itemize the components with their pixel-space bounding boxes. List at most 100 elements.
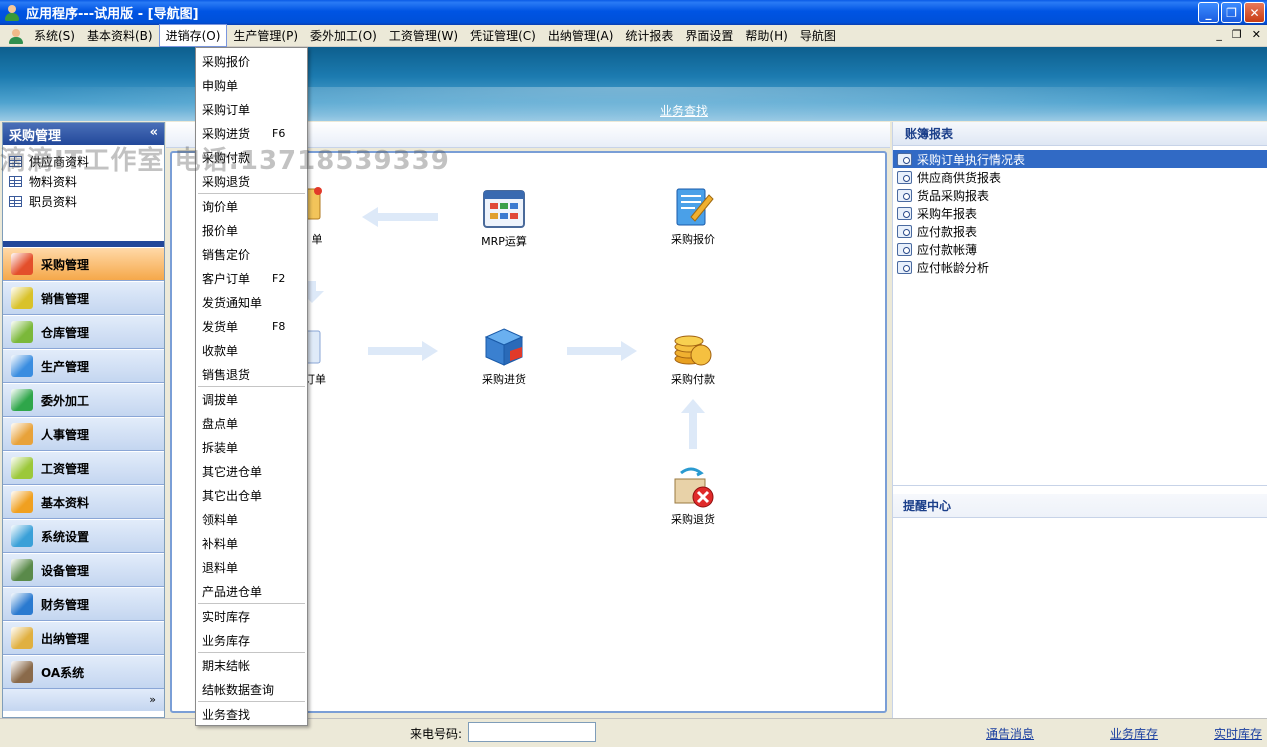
menu-item-label: 领料单 [202,512,239,527]
menu-item-label: 采购报价 [202,54,251,69]
reports-header: 账簿报表 [893,122,1267,146]
nav-module-button[interactable]: 财务管理 [3,587,164,621]
dropdown-menu-item[interactable]: 退料单 [196,555,307,579]
report-list-item[interactable]: 采购订单执行情况表 [893,150,1267,168]
outsourcing-icon [11,389,33,411]
flow-node-quote[interactable]: 采购报价 [653,185,733,247]
dropdown-menu-item[interactable]: 销售定价 [196,242,307,266]
realtime-stock-link[interactable]: 实时库存 [1214,725,1262,742]
restore-button[interactable]: ❐ [1221,2,1242,23]
dropdown-menu-item[interactable]: 盘点单 [196,411,307,435]
menu-salary[interactable]: 工资管理(W) [383,25,464,46]
table-icon [9,175,22,187]
menu-item-label: 其它进仓单 [202,464,263,479]
flow-node-return[interactable]: 采购退货 [653,465,733,527]
menu-system[interactable]: 系统(S) [28,25,81,46]
dropdown-menu-item[interactable]: 采购退货 [196,169,307,193]
menu-production[interactable]: 生产管理(P) [227,25,304,46]
nav-module-button[interactable]: 出纳管理 [3,621,164,655]
nav-module-button[interactable]: 销售管理 [3,281,164,315]
menu-voucher[interactable]: 凭证管理(C) [464,25,542,46]
dropdown-menu-item[interactable]: 拆装单 [196,435,307,459]
menu-item-label: 实时库存 [202,609,251,624]
dropdown-menu-item[interactable]: 采购付款 [196,145,307,169]
menu-navigation[interactable]: 导航图 [794,25,842,46]
flow-node-receiving[interactable]: 采购进货 [464,325,544,387]
business-search-link[interactable]: 业务查找 [660,102,708,119]
dropdown-menu-item[interactable]: 收款单 [196,338,307,362]
minimize-button[interactable]: _ [1198,2,1219,23]
nav-module-button[interactable]: OA系统 [3,655,164,689]
dropdown-menu-item[interactable]: 采购订单 [196,97,307,121]
menu-basic-data[interactable]: 基本资料(B) [81,25,159,46]
dropdown-menu-item[interactable]: 业务库存 [196,628,307,652]
report-list-item[interactable]: 采购年报表 [893,204,1267,222]
dropdown-menu-item[interactable]: 其它进仓单 [196,459,307,483]
menu-reports[interactable]: 统计报表 [619,25,679,46]
mdi-minimize-button[interactable]: _ [1216,28,1222,41]
nav-module-button[interactable]: 设备管理 [3,553,164,587]
dropdown-menu-item[interactable]: 发货单 F8 [196,314,307,338]
report-list-item[interactable]: 应付款报表 [893,222,1267,240]
window-title: 应用程序---试用版 - [导航图] [26,7,199,22]
nav-module-button[interactable]: 仓库管理 [3,315,164,349]
nav-module-button[interactable]: 委外加工 [3,383,164,417]
menu-inventory[interactable]: 进销存(O) [158,24,228,47]
dropdown-menu-item[interactable]: 采购报价 [196,49,307,73]
caller-id-input[interactable] [468,722,596,742]
dropdown-menu-item[interactable]: 调拔单 [196,387,307,411]
flow-node-payment[interactable]: 采购付款 [653,325,733,387]
menu-item-label: 其它出仓单 [202,488,263,503]
dropdown-menu-item[interactable]: 采购进货 F6 [196,121,307,145]
dropdown-menu-item[interactable]: 申购单 [196,73,307,97]
nav-module-button[interactable]: 工资管理 [3,451,164,485]
dropdown-menu-item[interactable]: 其它出仓单 [196,483,307,507]
finance-icon [11,593,33,615]
dropdown-menu-item[interactable]: 报价单 [196,218,307,242]
notice-link[interactable]: 通告消息 [986,725,1034,742]
dropdown-menu-item[interactable]: 销售退货 [196,362,307,386]
coins-icon [671,325,715,369]
nav-module-button[interactable]: 采购管理 [3,247,164,281]
mdi-close-button[interactable]: ✕ [1252,28,1261,41]
dropdown-menu-item[interactable]: 业务查找 [196,702,307,726]
menu-item-label: 发货通知单 [202,295,263,310]
dropdown-menu-item[interactable]: 客户订单 F2 [196,266,307,290]
report-list-item[interactable]: 货品采购报表 [893,186,1267,204]
mdi-restore-button[interactable]: ❐ [1232,28,1242,41]
nav-module-button[interactable]: 生产管理 [3,349,164,383]
close-button[interactable]: ✕ [1244,2,1265,23]
dropdown-menu-item[interactable]: 期末结帐 [196,653,307,677]
list-item-supplier[interactable]: 供应商资料 [3,151,164,171]
dropdown-menu-item[interactable]: 领料单 [196,507,307,531]
report-list-item[interactable]: 应付款帐薄 [893,240,1267,258]
menu-cashier[interactable]: 出纳管理(A) [542,25,620,46]
flow-node-mrp[interactable]: MRP运算 [464,187,544,249]
nav-module-button[interactable]: 系统设置 [3,519,164,553]
dropdown-menu-item[interactable]: 补料单 [196,531,307,555]
warehouse-icon [11,321,33,343]
nav-module-button[interactable]: 基本资料 [3,485,164,519]
more-modules-icon[interactable]: » [3,689,164,711]
menu-item-label: 业务库存 [202,633,251,648]
collapse-icon[interactable]: « [150,125,158,140]
dropdown-menu-item[interactable]: 结帐数据查询 [196,677,307,701]
menu-item-label: 结帐数据查询 [202,682,275,697]
flow-arrow-right-2 [567,341,637,361]
dropdown-menu-item[interactable]: 实时库存 [196,604,307,628]
business-stock-link[interactable]: 业务库存 [1110,725,1158,742]
menu-outsourcing[interactable]: 委外加工(O) [304,25,383,46]
nav-module-button[interactable]: 人事管理 [3,417,164,451]
menu-item-label: 调拔单 [202,392,239,407]
report-list-item[interactable]: 供应商供货报表 [893,168,1267,186]
report-list-item[interactable]: 应付帐龄分析 [893,258,1267,276]
menu-interface[interactable]: 界面设置 [679,25,739,46]
list-item-material[interactable]: 物料资料 [3,171,164,191]
list-item-staff[interactable]: 职员资料 [3,191,164,211]
dropdown-menu-item[interactable]: 询价单 [196,194,307,218]
module-nav: 采购管理 销售管理 仓库管理 生产管理 委外加工 人事管理 工资管理 基本资料 系统设置 设备管理… [3,247,164,689]
menu-help[interactable]: 帮助(H) [739,25,793,46]
menu-item-label: 申购单 [202,78,239,93]
dropdown-menu-item[interactable]: 产品进仓单 [196,579,307,603]
dropdown-menu-item[interactable]: 发货通知单 [196,290,307,314]
